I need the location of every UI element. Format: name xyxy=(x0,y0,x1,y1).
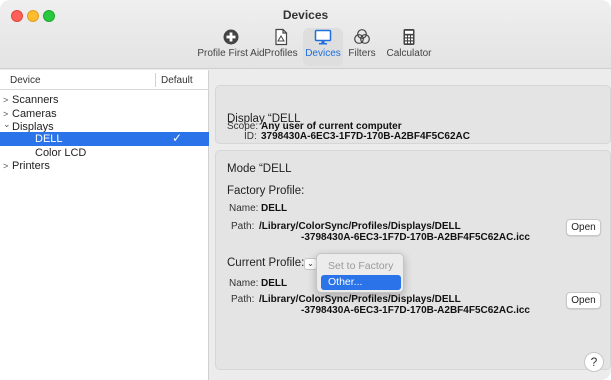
sidebar-item-color-lcd[interactable]: Color LCD xyxy=(0,146,209,160)
display-icon xyxy=(314,29,332,45)
sidebar-item-dell[interactable]: DELL ✓ xyxy=(0,131,209,146)
toolbar-label: Calculator xyxy=(386,48,432,59)
sidebar-item-label: Color LCD xyxy=(35,147,87,159)
factory-profile-title: Factory Profile: xyxy=(227,185,305,197)
current-path-label: Path: xyxy=(231,294,255,305)
id-label: ID: xyxy=(244,131,257,142)
current-open-button[interactable]: Open xyxy=(566,292,601,309)
menu-item-other[interactable]: Other... xyxy=(321,275,401,290)
chevron-down-icon: ⌄ xyxy=(307,259,314,268)
menu-item-set-to-factory[interactable]: Set to Factory xyxy=(321,259,401,274)
current-name-label: Name: xyxy=(229,278,259,289)
id-value: 3798430A-6EC3-1F7D-170B-A2BF4F5C62AC xyxy=(261,131,470,142)
toolbar-filters[interactable]: Filters xyxy=(346,28,378,66)
toolbar-label: Profile First Aid xyxy=(197,48,265,59)
first-aid-icon xyxy=(223,29,239,45)
window-title: Devices xyxy=(282,8,329,22)
factory-name-label: Name: xyxy=(229,203,259,214)
factory-path-line1: /Library/ColorSync/Profiles/Displays/DEL… xyxy=(259,221,461,232)
toolbar-profiles[interactable]: Profiles xyxy=(262,28,300,66)
column-divider xyxy=(155,73,156,87)
sidebar-item-label: Cameras xyxy=(12,108,57,120)
toolbar-devices[interactable]: Devices xyxy=(303,28,343,66)
mode-title: Mode “DELL xyxy=(227,163,292,175)
sidebar-item-scanners[interactable]: > Scanners xyxy=(0,93,209,107)
column-header-default[interactable]: Default xyxy=(161,75,193,86)
disclosure-arrow-icon[interactable]: > xyxy=(3,93,11,107)
current-path-line1: /Library/ColorSync/Profiles/Displays/DEL… xyxy=(259,294,461,305)
factory-path-label: Path: xyxy=(231,221,255,232)
titlebar: Devices Profile First Aid Profiles Devic… xyxy=(0,0,611,69)
factory-path-line2: -3798430A-6EC3-1F7D-170B-A2BF4F5C62AC.ic… xyxy=(301,232,530,243)
factory-name-value: DELL xyxy=(261,203,288,214)
help-button[interactable]: ? xyxy=(584,352,604,372)
scope-value: Any user of current computer xyxy=(261,121,402,132)
column-header-device[interactable]: Device xyxy=(10,75,41,86)
toolbar-label: Devices xyxy=(305,48,341,59)
sidebar-item-label: DELL xyxy=(35,133,63,145)
scope-label: Scope: xyxy=(227,121,259,132)
sidebar-item-label: Scanners xyxy=(12,94,59,106)
sidebar-item-cameras[interactable]: > Cameras xyxy=(0,107,209,121)
filters-icon xyxy=(354,29,370,44)
factory-open-button[interactable]: Open xyxy=(566,219,601,236)
sidebar-header: Device Default xyxy=(0,70,209,90)
device-sidebar: Device Default > Scanners > Cameras ⌄ Di… xyxy=(0,70,209,380)
current-path-line2: -3798430A-6EC3-1F7D-170B-A2BF4F5C62AC.ic… xyxy=(301,305,530,316)
devices-window: Devices Profile First Aid Profiles Devic… xyxy=(0,0,611,380)
display-info-panel: Display “DELL ID: 3798430A-6EC3-1F7D-170… xyxy=(215,85,611,144)
toolbar-label: Filters xyxy=(348,48,376,59)
calculator-icon xyxy=(403,29,415,45)
profiles-icon xyxy=(275,28,288,46)
toolbar-label: Profiles xyxy=(264,48,298,59)
profile-popup-menu: Set to Factory Other... xyxy=(316,253,404,293)
sidebar-item-printers[interactable]: > Printers xyxy=(0,159,209,173)
current-profile-title: Current Profile: xyxy=(227,257,305,269)
current-name-value: DELL xyxy=(261,278,288,289)
toolbar-calculator[interactable]: Calculator xyxy=(386,28,432,66)
disclosure-expanded-icon[interactable]: ⌄ xyxy=(3,117,11,131)
disclosure-arrow-icon[interactable]: > xyxy=(3,159,11,173)
default-check-icon: ✓ xyxy=(172,131,183,145)
toolbar-profile-first-aid[interactable]: Profile First Aid xyxy=(192,28,270,66)
sidebar-item-label: Printers xyxy=(12,160,50,172)
